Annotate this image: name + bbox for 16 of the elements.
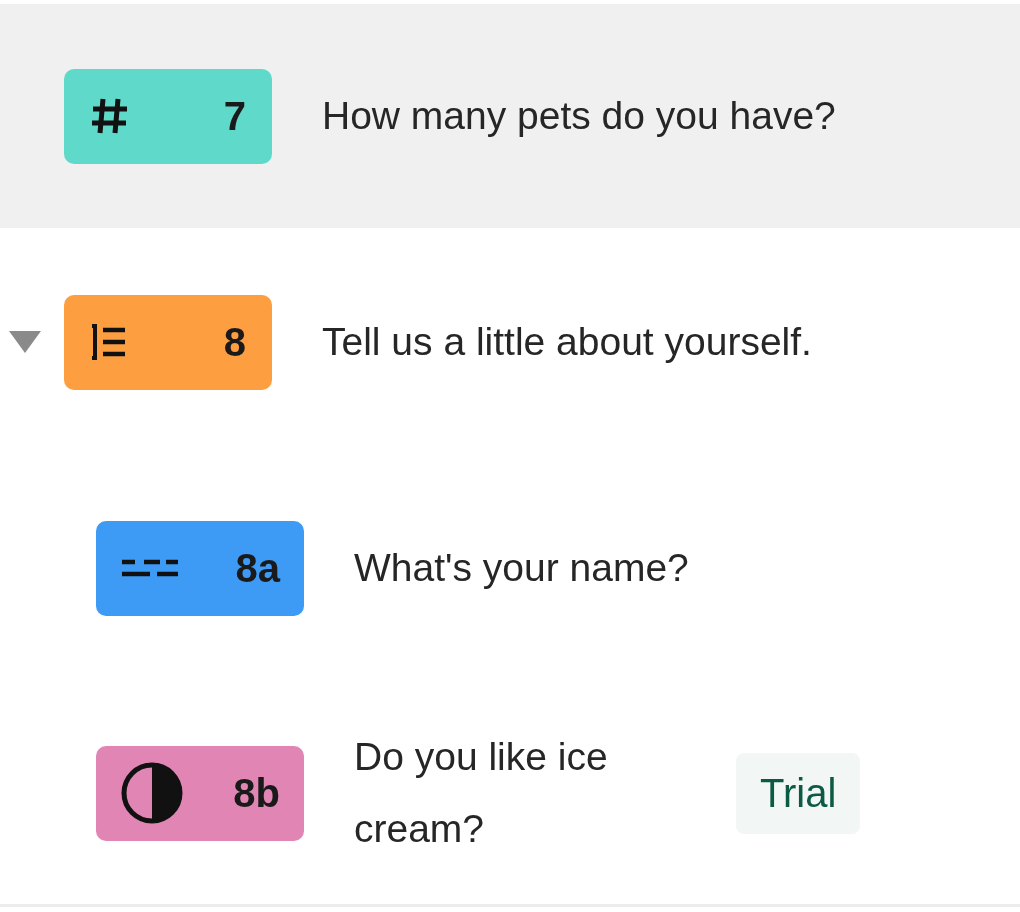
question-number: 8a <box>235 545 280 591</box>
caret-icon[interactable] <box>9 331 41 353</box>
question-row[interactable]: 7 How many pets do you have? <box>0 4 1020 230</box>
question-title: Tell us a little about yourself. <box>322 319 813 365</box>
question-title: How many pets do you have? <box>322 93 837 139</box>
question-title: What's your name? <box>354 545 690 591</box>
question-row[interactable]: 8 Tell us a little about yourself. <box>0 230 1020 456</box>
hash-icon <box>90 96 130 136</box>
question-number: 8 <box>223 319 246 365</box>
question-row[interactable]: 8a What's your name? <box>0 456 1020 682</box>
question-row[interactable]: 8b Do you like ice cream? Trial <box>0 682 1020 907</box>
question-title: Do you like ice cream? <box>354 734 609 852</box>
question-number: 8b <box>233 770 280 816</box>
trial-tag: Trial <box>736 752 861 834</box>
half-circle-icon <box>120 761 184 825</box>
question-number: 7 <box>223 93 246 139</box>
